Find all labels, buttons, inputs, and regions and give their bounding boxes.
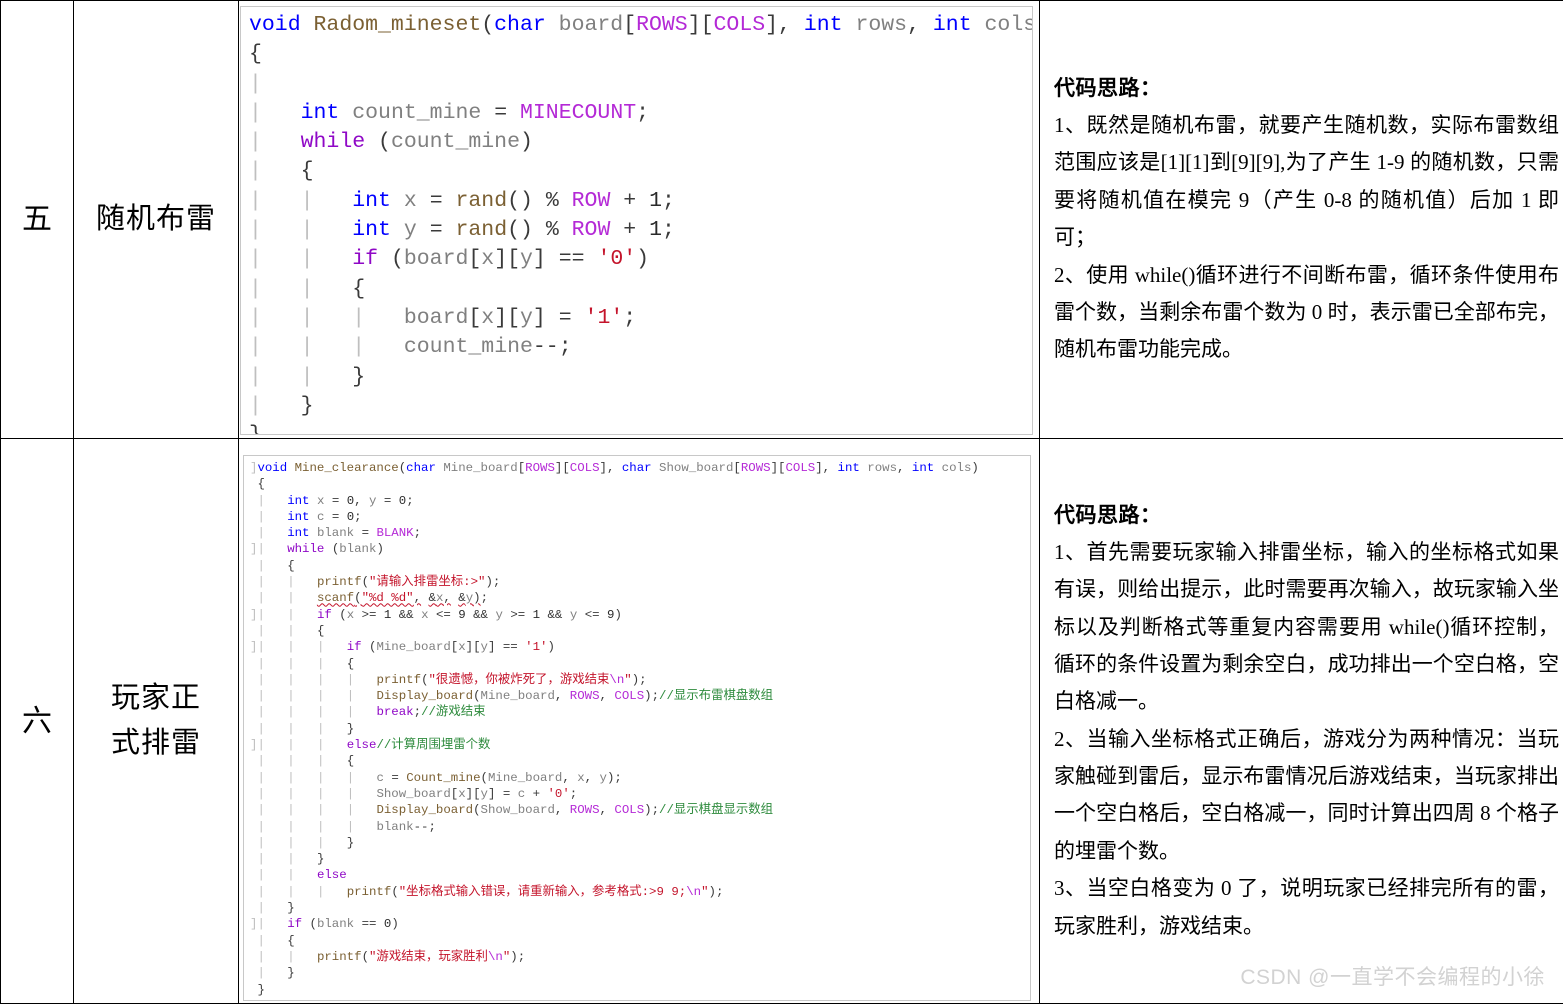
row-code-cell: void Radom_mineset(char board[ROWS][COLS… (239, 1, 1040, 439)
procedure-table: 五 随机布雷 void Radom_mineset(char board[ROW… (0, 0, 1563, 1004)
table-row: 五 随机布雷 void Radom_mineset(char board[ROW… (1, 1, 1563, 439)
row-index-label: 五 (1, 200, 73, 239)
row-code-cell: ]void Mine_clearance(char Mine_board[ROW… (239, 439, 1040, 1004)
row-name-label: 随机布雷 (74, 197, 238, 242)
description-title: 代码思路： (1054, 70, 1559, 107)
code-block-mine-clearance: ]void Mine_clearance(char Mine_board[ROW… (243, 455, 1031, 1001)
row-description-cell: 代码思路： 1、既然是随机布雷，就要产生随机数，实际布雷数组范围应该是[1][1… (1040, 1, 1563, 439)
description-paragraph-2: 2、当输入坐标格式正确后，游戏分为两种情况：当玩家触碰到雷后，显示布雷情况后游戏… (1054, 721, 1559, 871)
row-name-cell: 玩家正 式排雷 (74, 439, 239, 1004)
table-row: 六 玩家正 式排雷 ]void Mine_clearance(char Mine… (1, 439, 1563, 1004)
row-index-cell: 五 (1, 1, 74, 439)
code-block-random-mineset: void Radom_mineset(char board[ROWS][COLS… (240, 6, 1033, 435)
description-title: 代码思路： (1054, 497, 1559, 534)
description-paragraph-1: 1、首先需要玩家输入排雷坐标，输入的坐标格式如果有误，则给出提示，此时需要再次输… (1054, 534, 1559, 721)
description-paragraph-2: 2、使用 while()循环进行不间断布雷，循环条件使用布雷个数，当剩余布雷个数… (1054, 257, 1559, 369)
row-index-cell: 六 (1, 439, 74, 1004)
row-name-cell: 随机布雷 (74, 1, 239, 439)
description-paragraph-1: 1、既然是随机布雷，就要产生随机数，实际布雷数组范围应该是[1][1]到[9][… (1054, 107, 1559, 257)
description-paragraph-3: 3、当空白格变为 0 了，说明玩家已经排完所有的雷，玩家胜利，游戏结束。 (1054, 870, 1559, 945)
row-index-label: 六 (1, 702, 73, 741)
code-listing: ]void Mine_clearance(char Mine_board[ROW… (250, 460, 1030, 998)
row-description-cell: 代码思路： 1、首先需要玩家输入排雷坐标，输入的坐标格式如果有误，则给出提示，此… (1040, 439, 1563, 1004)
description-wrapper: 代码思路： 1、既然是随机布雷，就要产生随机数，实际布雷数组范围应该是[1][1… (1040, 60, 1563, 378)
description-wrapper: 代码思路： 1、首先需要玩家输入排雷坐标，输入的坐标格式如果有误，则给出提示，此… (1040, 487, 1563, 955)
row-name-label: 玩家正 式排雷 (74, 676, 238, 766)
code-listing: void Radom_mineset(char board[ROWS][COLS… (249, 11, 1032, 435)
